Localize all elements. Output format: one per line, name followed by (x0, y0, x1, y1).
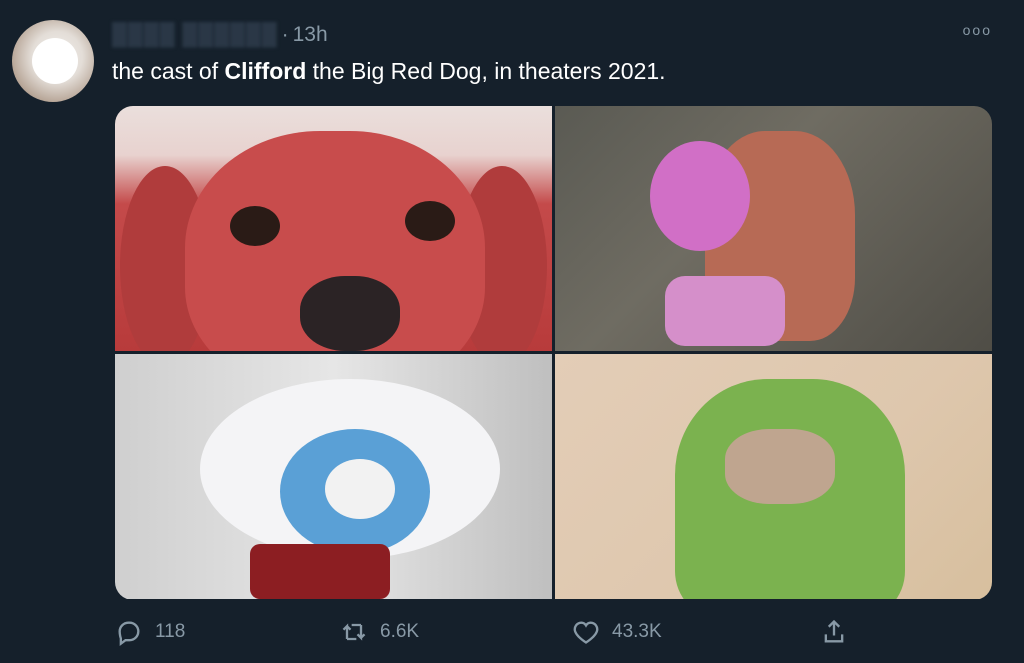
author-handle[interactable]: ████ ██████ (112, 23, 278, 47)
timestamp[interactable]: 13h (293, 23, 328, 47)
dog-muzzle (325, 459, 395, 519)
more-options-icon[interactable]: ooo (963, 22, 992, 38)
tweet-actions: 118 6.6K 43.3K (115, 618, 995, 650)
reply-count: 118 (155, 621, 186, 642)
dog-collar (250, 544, 390, 599)
avatar[interactable] (12, 20, 94, 102)
retweet-count: 6.6K (380, 621, 420, 642)
retweet-icon[interactable] (340, 618, 368, 646)
dog-head (650, 141, 750, 251)
photo-green-dog[interactable] (555, 354, 992, 599)
retweet-action[interactable]: 6.6K (340, 618, 419, 646)
tweet-header: ████ ██████ · 13h (112, 22, 328, 48)
dog-nose (300, 276, 400, 351)
media-grid (115, 106, 992, 600)
avatar-image (32, 38, 78, 84)
heart-icon[interactable] (572, 618, 600, 646)
tweet-text-bold: Clifford (224, 58, 307, 84)
dog-eye (405, 201, 455, 241)
header-separator: · (281, 23, 289, 46)
like-count: 43.3K (612, 621, 662, 642)
tweet-text-before: the cast of (112, 58, 225, 84)
tweet-text: the cast of Clifford the Big Red Dog, in… (112, 58, 666, 85)
reply-icon[interactable] (115, 618, 143, 646)
dog-face (725, 429, 835, 504)
dog-legs (665, 276, 785, 346)
share-icon[interactable] (820, 618, 848, 646)
share-action[interactable] (820, 618, 848, 646)
photo-pink-pomeranian[interactable] (555, 106, 992, 351)
reply-action[interactable]: 118 (115, 618, 185, 646)
photo-red-dog[interactable] (115, 106, 552, 351)
photo-blue-faced-white-dog[interactable] (115, 354, 552, 599)
dog-eye (230, 206, 280, 246)
tweet-text-after: the Big Red Dog, in theaters 2021. (306, 58, 666, 84)
tweet: ████ ██████ · 13h ooo the cast of Cliffo… (0, 0, 1024, 663)
like-action[interactable]: 43.3K (572, 618, 662, 646)
